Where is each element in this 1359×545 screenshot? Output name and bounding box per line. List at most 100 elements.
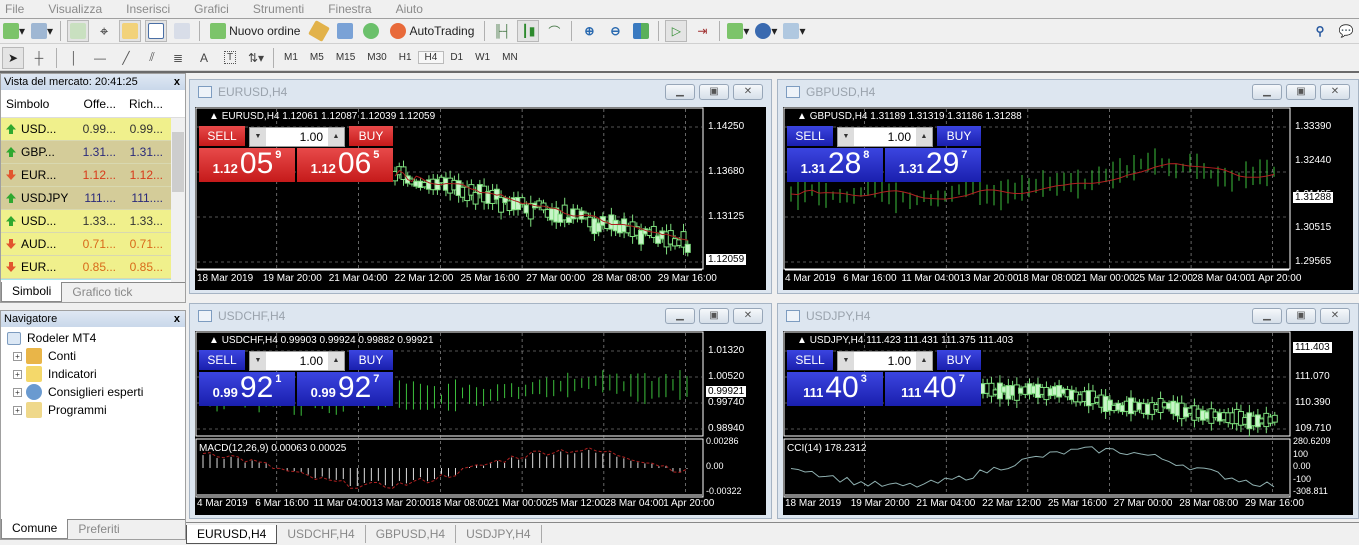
chart-window[interactable]: USDJPY,H4 ▁ ▣ ✕ ▲ USDJPY,H4 111.423 111.431… xyxy=(777,303,1359,519)
sell-price[interactable]: 1.31 28 8 xyxy=(787,148,883,182)
lot-size-input[interactable]: ▼ 1.00 ▲ xyxy=(249,351,345,371)
menu-file[interactable]: File xyxy=(5,2,24,16)
metaeditor-button[interactable] xyxy=(308,20,331,42)
trendline-tool[interactable]: ╱ xyxy=(115,47,137,69)
signals-button[interactable] xyxy=(360,20,382,42)
community-button[interactable] xyxy=(334,20,356,42)
market-watch-row[interactable]: AUD... 0.71... 0.71... xyxy=(1,233,171,256)
lot-size-input[interactable]: ▼ 1.00 ▲ xyxy=(249,127,345,147)
chart-window[interactable]: EURUSD,H4 ▁ ▣ ✕ ▲ EURUSD,H4 1.12061 1.12087… xyxy=(189,79,772,294)
chart-shift-button[interactable]: ⇥ xyxy=(691,20,713,42)
buy-button[interactable]: BUY xyxy=(349,350,393,370)
timeframe-m5[interactable]: M5 xyxy=(304,52,330,63)
lot-size-input[interactable]: ▼ 1.00 ▲ xyxy=(837,127,933,147)
bar-chart-button[interactable]: ╟┤ xyxy=(491,20,513,42)
price-chart[interactable]: ▲ GBPUSD,H4 1.31189 1.31319 1.31186 1.31… xyxy=(783,107,1353,290)
sell-button[interactable]: SELL xyxy=(199,126,245,146)
market-watch-row[interactable]: USDJPY 111.... 111.... xyxy=(1,187,171,210)
vertical-scrollbar[interactable] xyxy=(171,118,185,283)
market-watch-row[interactable]: GBP... 1.31... 1.31... xyxy=(1,141,171,164)
text-tool[interactable]: A xyxy=(193,47,215,69)
market-watch-row[interactable]: EUR... 0.85... 0.85... xyxy=(1,256,171,279)
chat-button[interactable]: 💬 xyxy=(1335,20,1357,42)
cursor-tool[interactable]: ➤ xyxy=(2,46,24,69)
close-button[interactable]: ✕ xyxy=(1320,308,1350,324)
close-button[interactable]: ✕ xyxy=(733,84,763,100)
terminal-toggle[interactable] xyxy=(145,20,168,42)
chart-window-titlebar[interactable]: USDCHF,H4 ▁ ▣ ✕ xyxy=(190,304,771,328)
auto-scroll-button[interactable]: ▷ xyxy=(665,20,688,42)
chart-window[interactable]: GBPUSD,H4 ▁ ▣ ✕ ▲ GBPUSD,H4 1.31189 1.31319… xyxy=(777,79,1359,294)
buy-price[interactable]: 0.99 92 7 xyxy=(297,372,393,406)
chart-tab-usdjpy[interactable]: USDJPY,H4 xyxy=(456,525,542,543)
price-chart[interactable]: ▲ USDJPY,H4 111.423 111.431 111.375 111.… xyxy=(783,331,1353,515)
timeframe-d1[interactable]: D1 xyxy=(444,52,469,63)
indicators-button[interactable]: ▾ xyxy=(726,20,750,42)
price-chart[interactable]: ▲ USDCHF,H4 0.99903 0.99924 0.99882 0.99… xyxy=(195,331,766,515)
sell-price[interactable]: 1.12 05 9 xyxy=(199,148,295,182)
vertical-line-tool[interactable]: │ xyxy=(63,47,85,69)
minimize-button[interactable]: ▁ xyxy=(1252,84,1282,100)
scrollbar-thumb[interactable] xyxy=(172,132,184,192)
timeframe-h1[interactable]: H1 xyxy=(393,52,418,63)
equidistant-channel-tool[interactable]: ⫽ xyxy=(141,47,163,69)
buy-price[interactable]: 111 40 7 xyxy=(885,372,981,406)
buy-button[interactable]: BUY xyxy=(937,350,981,370)
sell-price[interactable]: 111 40 3 xyxy=(787,372,883,406)
lot-increase-icon[interactable]: ▲ xyxy=(328,128,344,146)
chart-window-titlebar[interactable]: GBPUSD,H4 ▁ ▣ ✕ xyxy=(778,80,1358,104)
tree-root[interactable]: Rodeler MT4 xyxy=(7,329,185,347)
close-button[interactable]: ✕ xyxy=(1320,84,1350,100)
market-watch-row[interactable]: EUR... 1.12... 1.12... xyxy=(1,164,171,187)
arrows-tool[interactable]: ⇅▾ xyxy=(245,47,267,69)
timeframe-m1[interactable]: M1 xyxy=(278,52,304,63)
lot-decrease-icon[interactable]: ▼ xyxy=(838,128,854,146)
zoom-out-button[interactable]: ⊖ xyxy=(604,20,626,42)
search-button[interactable]: ⚲ xyxy=(1309,20,1331,42)
strategy-tester-toggle[interactable] xyxy=(171,20,193,42)
expand-icon[interactable]: + xyxy=(13,351,22,361)
fibonacci-tool[interactable]: ≣ xyxy=(167,47,189,69)
market-watch-row[interactable]: EUR...1.57...1.57... xyxy=(1,279,171,280)
buy-price[interactable]: 1.31 29 7 xyxy=(885,148,981,182)
buy-button[interactable]: BUY xyxy=(349,126,393,146)
buy-button[interactable]: BUY xyxy=(937,126,981,146)
data-window-toggle[interactable]: ⌖ xyxy=(93,20,115,42)
chart-window[interactable]: USDCHF,H4 ▁ ▣ ✕ ▲ USDCHF,H4 0.99903 0.99924… xyxy=(189,303,772,519)
lot-decrease-icon[interactable]: ▼ xyxy=(250,352,266,370)
crosshair-tool[interactable]: ┼ xyxy=(28,47,50,69)
line-chart-button[interactable]: ⌒ xyxy=(543,20,565,42)
chart-tab-eurusd[interactable]: EURUSD,H4 xyxy=(186,524,278,544)
column-symbol[interactable]: Simbolo xyxy=(1,97,73,111)
timeframe-m15[interactable]: M15 xyxy=(330,52,361,63)
minimize-button[interactable]: ▁ xyxy=(1252,308,1282,324)
maximize-button[interactable]: ▣ xyxy=(699,84,729,100)
buy-price[interactable]: 1.12 06 5 xyxy=(297,148,393,182)
chart-window-titlebar[interactable]: EURUSD,H4 ▁ ▣ ✕ xyxy=(190,80,771,104)
candlestick-button[interactable]: ┃▮ xyxy=(517,20,540,42)
chart-tab-gbpusd[interactable]: GBPUSD,H4 xyxy=(366,525,457,543)
templates-button[interactable]: ▾ xyxy=(782,20,806,42)
tab-tick-chart[interactable]: Grafico tick xyxy=(62,283,142,302)
zoom-in-button[interactable]: ⊕ xyxy=(578,20,600,42)
expand-icon[interactable]: + xyxy=(13,369,22,379)
periods-button[interactable]: ▾ xyxy=(754,20,778,42)
chart-tab-usdchf[interactable]: USDCHF,H4 xyxy=(277,525,366,543)
autotrading-button[interactable]: AutoTrading xyxy=(386,20,478,42)
expand-icon[interactable]: + xyxy=(13,387,22,397)
maximize-button[interactable]: ▣ xyxy=(1286,308,1316,324)
menu-help[interactable]: Aiuto xyxy=(396,2,423,16)
market-watch-toggle[interactable] xyxy=(67,20,90,42)
menu-charts[interactable]: Grafici xyxy=(194,2,229,16)
expand-icon[interactable]: + xyxy=(13,405,22,415)
menu-insert[interactable]: Inserisci xyxy=(126,2,170,16)
new-chart-button[interactable]: ▾ xyxy=(2,20,26,42)
timeframe-m30[interactable]: M30 xyxy=(361,52,392,63)
column-ask[interactable]: Rich... xyxy=(119,97,167,111)
new-order-button[interactable]: Nuovo ordine xyxy=(206,20,304,42)
lot-increase-icon[interactable]: ▲ xyxy=(916,128,932,146)
sell-button[interactable]: SELL xyxy=(787,350,833,370)
lot-decrease-icon[interactable]: ▼ xyxy=(250,128,266,146)
lot-increase-icon[interactable]: ▲ xyxy=(916,352,932,370)
menu-tools[interactable]: Strumenti xyxy=(253,2,304,16)
